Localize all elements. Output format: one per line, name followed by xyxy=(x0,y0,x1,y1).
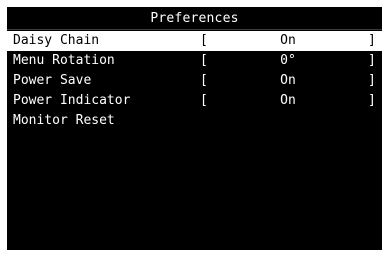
value-bracket-close: ] xyxy=(368,73,376,88)
menu-item-value: On xyxy=(280,93,296,108)
preferences-menu: Daisy Chain [ On ] Menu Rotation [ 0° ] … xyxy=(7,31,382,131)
menu-item-power-indicator[interactable]: Power Indicator [ On ] xyxy=(7,91,382,111)
menu-item-value: On xyxy=(280,73,296,88)
value-bracket-open: [ xyxy=(200,33,208,48)
value-bracket-close: ] xyxy=(368,93,376,108)
menu-item-label: Power Indicator xyxy=(13,93,131,108)
value-bracket-close: ] xyxy=(368,53,376,68)
menu-item-label: Menu Rotation xyxy=(13,53,115,68)
panel-title: Preferences xyxy=(7,7,382,30)
value-bracket-open: [ xyxy=(200,53,208,68)
value-bracket-open: [ xyxy=(200,93,208,108)
menu-item-power-save[interactable]: Power Save [ On ] xyxy=(7,71,382,91)
value-bracket-open: [ xyxy=(200,73,208,88)
menu-item-label: Power Save xyxy=(13,73,92,88)
menu-item-value: 0° xyxy=(280,53,296,68)
menu-item-label: Monitor Reset xyxy=(13,113,115,128)
value-bracket-close: ] xyxy=(368,33,376,48)
menu-item-daisy-chain[interactable]: Daisy Chain [ On ] xyxy=(7,31,382,51)
menu-item-value: On xyxy=(280,33,296,48)
menu-item-monitor-reset[interactable]: Monitor Reset xyxy=(7,111,382,131)
menu-item-label: Daisy Chain xyxy=(13,33,100,48)
menu-item-menu-rotation[interactable]: Menu Rotation [ 0° ] xyxy=(7,51,382,71)
preferences-osd-panel: Preferences Daisy Chain [ On ] Menu Rota… xyxy=(7,7,382,250)
